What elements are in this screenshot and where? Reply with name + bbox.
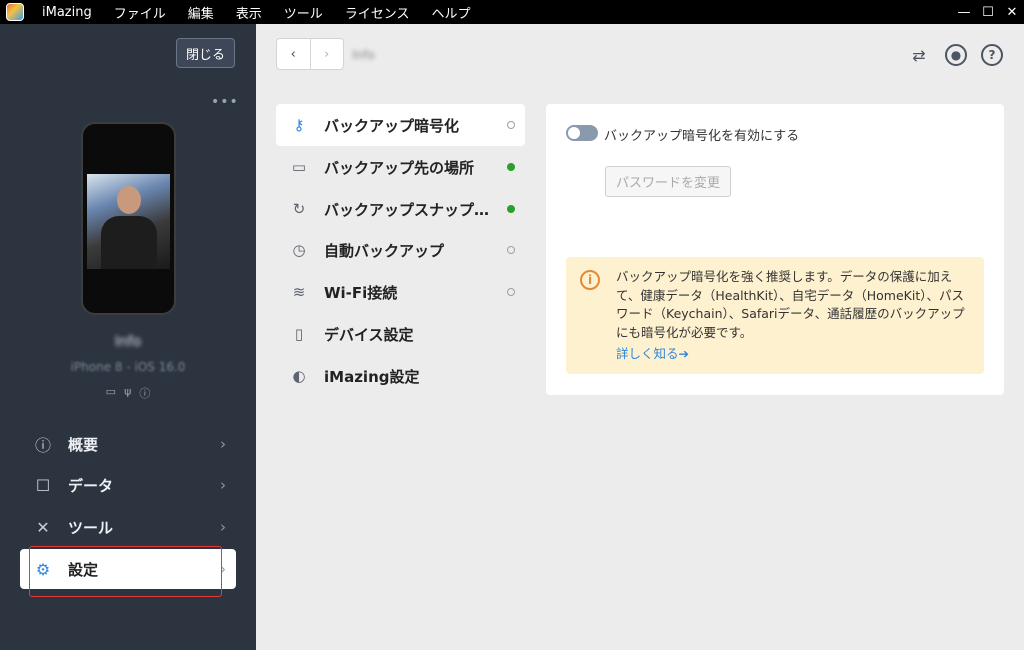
wifi-icon: ≋ [292,283,306,301]
forward-button[interactable]: › [309,39,344,69]
close-device-button[interactable]: 閉じる [176,38,235,68]
settings-item-backup-location[interactable]: ▭ バックアップ先の場所 [276,146,525,188]
info-circle-icon: ⓘ [34,436,51,455]
settings-item-label: 自動バックアップ [324,241,445,260]
device-model: iPhone 8 - iOS 16.0 [70,360,186,374]
sidebar-item-label: 概要 [68,435,99,454]
device-status-icons: ▭ ψ ⓘ [0,385,256,401]
status-off-indicator [507,246,515,254]
battery-icon: ▭ [105,385,117,398]
sidebar-item-label: データ [68,476,114,495]
change-password-button[interactable]: パスワードを変更 [605,166,731,197]
key-icon: ⚷ [293,116,305,134]
status-on-indicator [507,205,515,213]
settings-item-backup-encryption[interactable]: ⚷ バックアップ暗号化 [276,104,525,146]
close-window-button[interactable]: ✕ [1000,0,1024,24]
minimize-button[interactable]: — [952,0,976,24]
chevron-right-icon: › [220,518,226,536]
status-off-indicator [507,121,515,129]
square-icon: ☐ [35,475,51,495]
toggle-knob [568,127,580,139]
settings-item-backup-snapshot[interactable]: ↻ バックアップスナップショット [276,188,525,230]
chevron-right-icon: › [220,435,226,453]
learn-more-link[interactable]: 詳しく知る➔ [616,343,689,362]
maximize-button[interactable]: ☐ [976,0,1000,24]
menu-license[interactable]: ライセンス [341,3,414,22]
status-on-indicator [507,163,515,171]
snapshot-icon: ↻ [292,200,306,218]
menu-help[interactable]: ヘルプ [428,3,475,22]
sidebar: 閉じる ••• Info iPhone 8 - iOS 16.0 ▭ ψ ⓘ ⓘ… [0,24,256,650]
settings-item-wifi[interactable]: ≋ Wi-Fi接続 [276,271,525,313]
sidebar-item-tools[interactable]: ✕ ツール › [20,507,236,547]
info-notice-text: バックアップ暗号化を強く推奨します。データの保護に加えて、健康データ（Healt… [616,269,965,340]
more-options-icon[interactable]: ••• [211,94,239,110]
imazing-icon: ◐ [292,367,306,385]
tools-icon: ✕ [36,517,50,537]
back-button[interactable]: ‹ [277,39,310,69]
breadcrumb: Info [352,48,375,62]
settings-item-label: iMazing設定 [324,367,420,386]
account-icon[interactable]: ● [945,44,967,66]
sidebar-item-label: ツール [68,518,114,537]
help-icon[interactable]: ? [981,44,1003,66]
menu-file[interactable]: ファイル [110,3,170,22]
settings-item-label: デバイス設定 [324,325,414,344]
sidebar-item-overview[interactable]: ⓘ 概要 › [20,424,236,464]
info-warning-icon: i [580,270,600,290]
title-bar: iMazing ファイル 編集 表示 ツール ライセンス ヘルプ — ☐ ✕ [0,0,1024,24]
settings-item-auto-backup[interactable]: ◷ 自動バックアップ [276,229,525,271]
encryption-detail-panel: バックアップ暗号化を有効にする パスワードを変更 i バックアップ暗号化を強く推… [546,104,1004,395]
device-wallpaper [87,174,170,269]
settings-item-label: Wi-Fi接続 [324,283,398,302]
menu-edit[interactable]: 編集 [184,3,218,22]
highlight-annotation [29,546,222,597]
device-settings-icon: ▯ [294,325,304,343]
transfer-icon[interactable]: ⇄ [908,44,930,66]
menu-view[interactable]: 表示 [232,3,266,22]
device-image [81,122,176,315]
chevron-right-icon: › [220,476,226,494]
usb-icon: ψ [124,385,132,398]
encryption-toggle[interactable] [566,125,598,141]
clock-icon: ◷ [292,241,306,259]
menu-tools[interactable]: ツール [280,3,327,22]
navigation-arrows: ‹ › [276,38,344,70]
app-name: iMazing [42,4,92,20]
settings-item-label: バックアップスナップショット [324,200,504,219]
status-off-indicator [507,288,515,296]
info-icon[interactable]: ⓘ [139,385,150,401]
settings-item-imazing-settings[interactable]: ◐ iMazing設定 [276,355,525,397]
folder-icon: ▭ [291,158,307,176]
app-logo-icon [6,3,24,21]
device-name: Info [114,334,142,350]
sidebar-item-data[interactable]: ☐ データ › [20,465,236,505]
settings-item-device-settings[interactable]: ▯ デバイス設定 [276,313,525,355]
info-notice: i バックアップ暗号化を強く推奨します。データの保護に加えて、健康データ（Hea… [566,257,984,374]
encryption-toggle-label: バックアップ暗号化を有効にする [604,129,800,144]
settings-item-label: バックアップ暗号化 [324,116,460,135]
settings-item-label: バックアップ先の場所 [324,158,475,177]
